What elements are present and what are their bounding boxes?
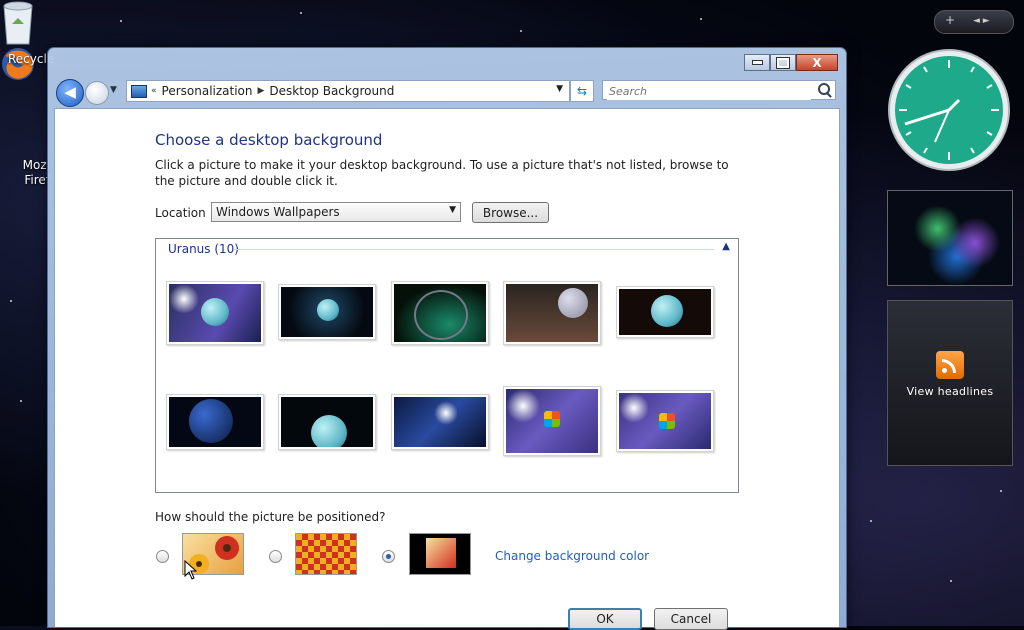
sidebar-controls[interactable]: + ◄ ►: [934, 10, 1014, 34]
wallpaper-thumbnail[interactable]: [616, 286, 714, 338]
location-label: Location: [155, 206, 206, 220]
planet: [311, 415, 347, 447]
planet: [558, 288, 588, 318]
wallpaper-image: [281, 397, 373, 447]
star: [10, 300, 12, 302]
control-panel-icon: [131, 84, 147, 98]
group-header[interactable]: Uranus (10): [168, 242, 239, 256]
wallpaper-image: [281, 287, 373, 337]
wallpaper-image: [506, 284, 598, 342]
wallpaper-image: [169, 397, 261, 447]
firefox-label-line2: Firef: [24, 173, 50, 187]
light-flare: [434, 401, 458, 425]
breadcrumb-overflow[interactable]: «: [151, 86, 157, 96]
feed-headlines-gadget[interactable]: View headlines: [887, 300, 1013, 466]
wallpaper-thumbnail[interactable]: [166, 394, 264, 450]
breadcrumb-desktop-background[interactable]: Desktop Background: [269, 84, 394, 98]
collapse-group-icon[interactable]: ▲: [722, 241, 730, 252]
wallpaper-image: [619, 393, 711, 449]
breadcrumb-separator-icon[interactable]: ▶: [258, 86, 265, 96]
forward-button[interactable]: [85, 81, 109, 105]
light-flare: [169, 284, 199, 314]
star: [120, 20, 122, 22]
maximize-button[interactable]: [770, 54, 796, 71]
recycle-bin-icon[interactable]: [0, 0, 36, 46]
wallpaper-image: [506, 389, 598, 453]
wallpaper-thumbnail[interactable]: [503, 281, 601, 345]
wallpaper-image: [394, 284, 486, 342]
group-divider: [234, 249, 714, 250]
chevron-down-icon[interactable]: ▼: [449, 205, 456, 215]
minimize-button[interactable]: [744, 54, 770, 71]
wallpaper-image: [619, 289, 711, 335]
star: [20, 400, 22, 402]
star: [870, 520, 872, 522]
sidebar-add-icon[interactable]: +: [945, 13, 955, 27]
wallpaper-thumbnail[interactable]: [391, 281, 489, 345]
wallpaper-thumbnail[interactable]: [391, 394, 489, 450]
star: [950, 580, 952, 582]
planet: [189, 399, 233, 443]
center-image: [426, 538, 456, 568]
refresh-button[interactable]: ⇆: [570, 80, 594, 102]
wallpaper-thumbnail[interactable]: [616, 390, 714, 452]
position-tile-radio[interactable]: [269, 550, 282, 563]
address-bar[interactable]: « Personalization ▶ Desktop Background ▼: [126, 80, 570, 102]
star: [520, 30, 522, 32]
position-center-radio[interactable]: [382, 550, 395, 563]
browse-button[interactable]: Browse...: [472, 202, 549, 223]
search-box[interactable]: [602, 80, 836, 100]
location-value: Windows Wallpapers: [216, 205, 340, 219]
cancel-button[interactable]: Cancel: [654, 608, 728, 630]
navigation-bar: ◀ ▼ « Personalization ▶ Desktop Backgrou…: [54, 78, 840, 107]
firefox-label-line1: Mozi: [22, 158, 50, 172]
change-background-color-link[interactable]: Change background color: [495, 549, 649, 563]
wallpaper-gallery: Uranus (10) ▲: [155, 238, 739, 493]
wallpaper-image: [394, 397, 486, 447]
page-title: Choose a desktop background: [155, 131, 383, 149]
recent-pages-dropdown-icon[interactable]: ▼: [110, 85, 120, 95]
search-input[interactable]: [607, 82, 811, 100]
sidebar-nav-icon[interactable]: ◄ ►: [973, 16, 990, 26]
wallpaper-image: [169, 284, 261, 342]
light-flare: [619, 393, 649, 423]
position-tile-preview[interactable]: [295, 533, 357, 575]
address-dropdown-icon[interactable]: ▼: [556, 84, 563, 94]
position-center-preview[interactable]: [409, 533, 471, 575]
page-description: Click a picture to make it your desktop …: [155, 158, 729, 188]
ok-button[interactable]: OK: [568, 608, 642, 630]
slideshow-gadget[interactable]: [887, 190, 1013, 286]
wallpaper-thumbnail[interactable]: [166, 281, 264, 345]
star: [300, 12, 302, 14]
breadcrumb-personalization[interactable]: Personalization: [162, 84, 253, 98]
star: [1000, 490, 1002, 492]
back-button[interactable]: ◀: [56, 79, 84, 107]
wallpaper-thumbnail[interactable]: [278, 284, 376, 340]
planet: [201, 298, 229, 326]
mouse-cursor-icon: [184, 560, 198, 580]
rss-icon: [936, 351, 964, 379]
position-question: How should the picture be positioned?: [155, 510, 386, 524]
view-headlines-label[interactable]: View headlines: [888, 385, 1012, 398]
light-flare: [506, 389, 540, 423]
windows-logo-icon: [659, 413, 675, 429]
star: [700, 18, 702, 20]
planet-ring: [414, 290, 468, 340]
desktop-background-window: X ◀ ▼ « Personalization ▶ Desktop Backgr…: [47, 47, 847, 630]
search-icon[interactable]: [818, 83, 830, 95]
windows-logo-icon: [544, 411, 560, 427]
planet: [317, 299, 339, 321]
location-select[interactable]: Windows Wallpapers ▼: [211, 202, 461, 222]
clock-gadget[interactable]: [887, 48, 1011, 172]
wallpaper-thumbnail[interactable]: [503, 386, 601, 456]
planet: [651, 295, 683, 327]
window-controls: X: [744, 54, 838, 71]
content-pane: Choose a desktop background Click a pict…: [54, 108, 840, 630]
wallpaper-thumbnail[interactable]: [278, 394, 376, 450]
position-fill-radio[interactable]: [156, 550, 169, 563]
close-button[interactable]: X: [796, 54, 838, 71]
